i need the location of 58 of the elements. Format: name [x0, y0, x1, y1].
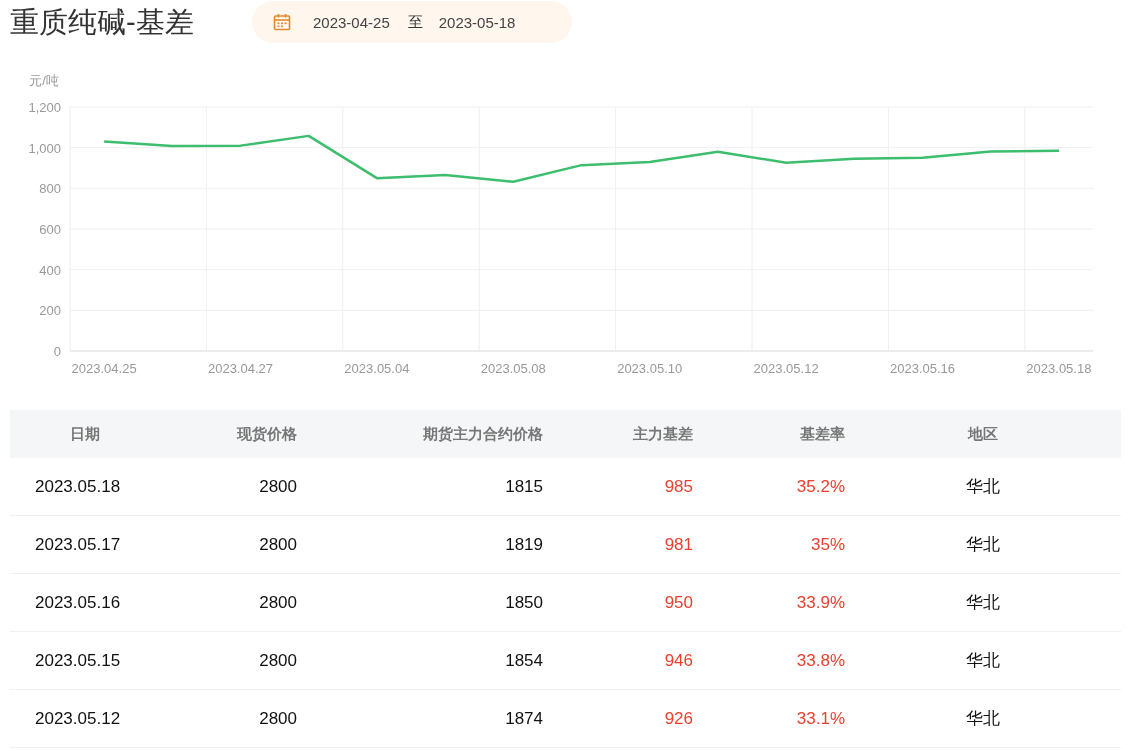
column-header: 地区	[966, 424, 999, 444]
table-cell-text: 981	[663, 534, 693, 555]
table-cell-text: 1850	[504, 592, 543, 613]
table-cell-text: 33.1%	[795, 708, 845, 729]
table-cell-text: 33.9%	[795, 592, 845, 613]
table-cell-text: 2800	[258, 476, 297, 497]
table-cell-text: 2800	[258, 592, 297, 613]
calendar-icon	[273, 13, 291, 31]
table-cell-text: 926	[663, 708, 693, 729]
table-cell-text: 1815	[504, 476, 543, 497]
x-axis-label: 2023.04.25	[71, 361, 137, 376]
table-cell-text: 2023.05.15	[34, 650, 122, 671]
table-cell-text: 35.2%	[795, 476, 845, 497]
column-header: 基差率	[799, 424, 845, 444]
table-cell-text: 2800	[258, 708, 297, 729]
table-cell-text: 1819	[504, 534, 543, 555]
table-cell-text: 33.8%	[795, 650, 845, 671]
table-cell-text: 1874	[504, 708, 543, 729]
range-separator: 至	[407, 12, 423, 32]
table-cell-text: 华北	[965, 708, 1001, 730]
table-cell-text: 2023.05.17	[34, 534, 122, 555]
column-header: 日期	[69, 424, 101, 444]
x-axis-label: 2023.05.12	[753, 361, 819, 376]
column-header: 主力基差	[632, 424, 693, 444]
y-axis-unit: 元/吨	[29, 73, 59, 88]
table-cell-text: 2023.05.12	[34, 708, 122, 729]
table-cell-text: 华北	[965, 592, 1001, 614]
column-header: 期货主力合约价格	[422, 424, 543, 444]
table-cell-text: 1854	[504, 650, 543, 671]
column-header: 现货价格	[235, 424, 297, 444]
table-cell-text: 2023.05.18	[34, 476, 122, 497]
y-axis-label: 600	[39, 222, 61, 237]
start-date: 2023-04-25	[313, 13, 390, 31]
end-date: 2023-05-18	[438, 13, 516, 31]
table-cell-text: 35%	[809, 534, 845, 555]
y-axis-label: 1,000	[28, 140, 61, 156]
table-cell-text: 2800	[258, 650, 297, 671]
x-axis-label: 2023.05.08	[480, 361, 546, 376]
y-axis-label: 800	[39, 181, 61, 197]
date-range-picker[interactable]: 2023-04-25 至 2023-05-18	[252, 1, 572, 43]
y-axis-label: 1,200	[28, 100, 61, 115]
y-axis-label: 400	[39, 262, 61, 278]
y-axis-label: 200	[39, 303, 61, 319]
table-cell-text: 2023.05.16	[34, 592, 122, 613]
x-axis-label: 2023.05.04	[344, 361, 410, 376]
page-title: 重质纯碱-基差	[10, 5, 195, 40]
x-axis-label: 2023.05.18	[1026, 361, 1092, 376]
table-cell-text: 华北	[965, 476, 1001, 498]
y-axis-label: 0	[53, 344, 61, 359]
table-cell-text: 950	[663, 592, 693, 613]
table-cell-text: 华北	[965, 650, 1001, 672]
table-cell-text: 985	[663, 476, 693, 497]
table-cell-text: 2800	[258, 534, 297, 555]
x-axis-label: 2023.04.27	[207, 361, 274, 376]
table-cell-text: 华北	[965, 534, 1001, 556]
x-axis-label: 2023.05.10	[617, 361, 683, 376]
x-axis-label: 2023.05.16	[889, 361, 956, 376]
table-cell-text: 946	[663, 650, 693, 671]
